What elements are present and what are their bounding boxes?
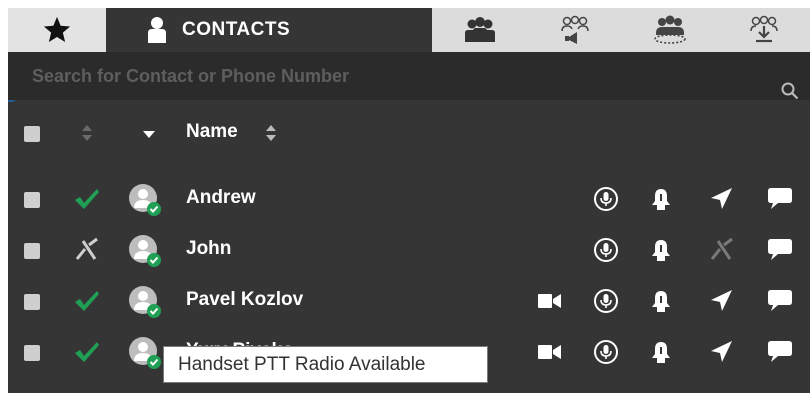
alert-bell-icon[interactable] [648,186,674,217]
chat-icon[interactable] [766,338,794,369]
unavailable-icon [73,237,101,268]
status-sort-icon[interactable] [81,123,93,143]
contact-row[interactable]: Pavel Kozlov [8,275,810,327]
contacts-panel: CONTACTS Search for Contact or Phone Num… [8,8,810,393]
name-sort-icon[interactable] [265,123,277,143]
tab-favorites[interactable] [8,8,106,52]
location-arrow-icon[interactable] [708,186,734,217]
tab-groups[interactable] [432,8,527,52]
group-icon [464,17,495,42]
avatar [128,336,162,375]
alert-bell-icon[interactable] [648,288,674,319]
ptt-mic-icon[interactable] [593,237,619,268]
ptt-mic-icon[interactable] [593,288,619,319]
chat-icon[interactable] [766,185,794,216]
row-checkbox[interactable] [24,294,40,310]
star-icon [43,16,71,42]
tab-dynamic-groups[interactable] [622,8,717,52]
dynamic-group-icon [653,15,686,44]
location-arrow-icon[interactable] [708,339,734,370]
video-call-icon[interactable] [536,341,564,368]
tab-download-groups[interactable] [717,8,810,52]
ptt-mic-icon[interactable] [593,186,619,217]
person-icon [148,17,166,43]
contact-name[interactable]: Andrew [186,187,256,209]
contact-row[interactable]: John [8,224,810,276]
avatar [128,234,162,273]
name-column-header[interactable]: Name [186,121,238,143]
chat-icon[interactable] [766,287,794,318]
download-group-icon [749,15,778,43]
tooltip: Handset PTT Radio Available [163,346,488,383]
contact-row[interactable]: Andrew [8,173,810,225]
location-arrow-icon[interactable] [708,288,734,319]
tab-contacts-label: CONTACTS [182,19,291,40]
chat-icon[interactable] [766,236,794,267]
chevron-down-icon[interactable] [141,128,157,140]
tab-bar: CONTACTS [8,8,810,52]
location-unavailable-icon [708,237,734,268]
available-check-icon [73,186,101,217]
row-checkbox[interactable] [24,192,40,208]
select-all-checkbox[interactable] [24,126,40,142]
search-icon[interactable] [781,82,799,100]
table-header: Name [8,118,810,168]
contact-name[interactable]: John [186,238,231,260]
broadcast-group-icon [560,15,589,44]
alert-bell-icon[interactable] [648,339,674,370]
tab-contacts[interactable]: CONTACTS [106,8,432,52]
alert-bell-icon[interactable] [648,237,674,268]
video-call-icon[interactable] [536,290,564,317]
contact-name[interactable]: Pavel Kozlov [186,289,303,311]
available-check-icon [73,288,101,319]
ptt-mic-icon[interactable] [593,339,619,370]
search-bar [8,52,810,100]
avatar [128,183,162,222]
tab-broadcast-groups[interactable] [527,8,622,52]
row-checkbox[interactable] [24,243,40,259]
available-check-icon [73,339,101,370]
search-input[interactable] [30,62,754,90]
avatar [128,285,162,324]
row-checkbox[interactable] [24,345,40,361]
tooltip-text: Handset PTT Radio Available [178,353,426,375]
